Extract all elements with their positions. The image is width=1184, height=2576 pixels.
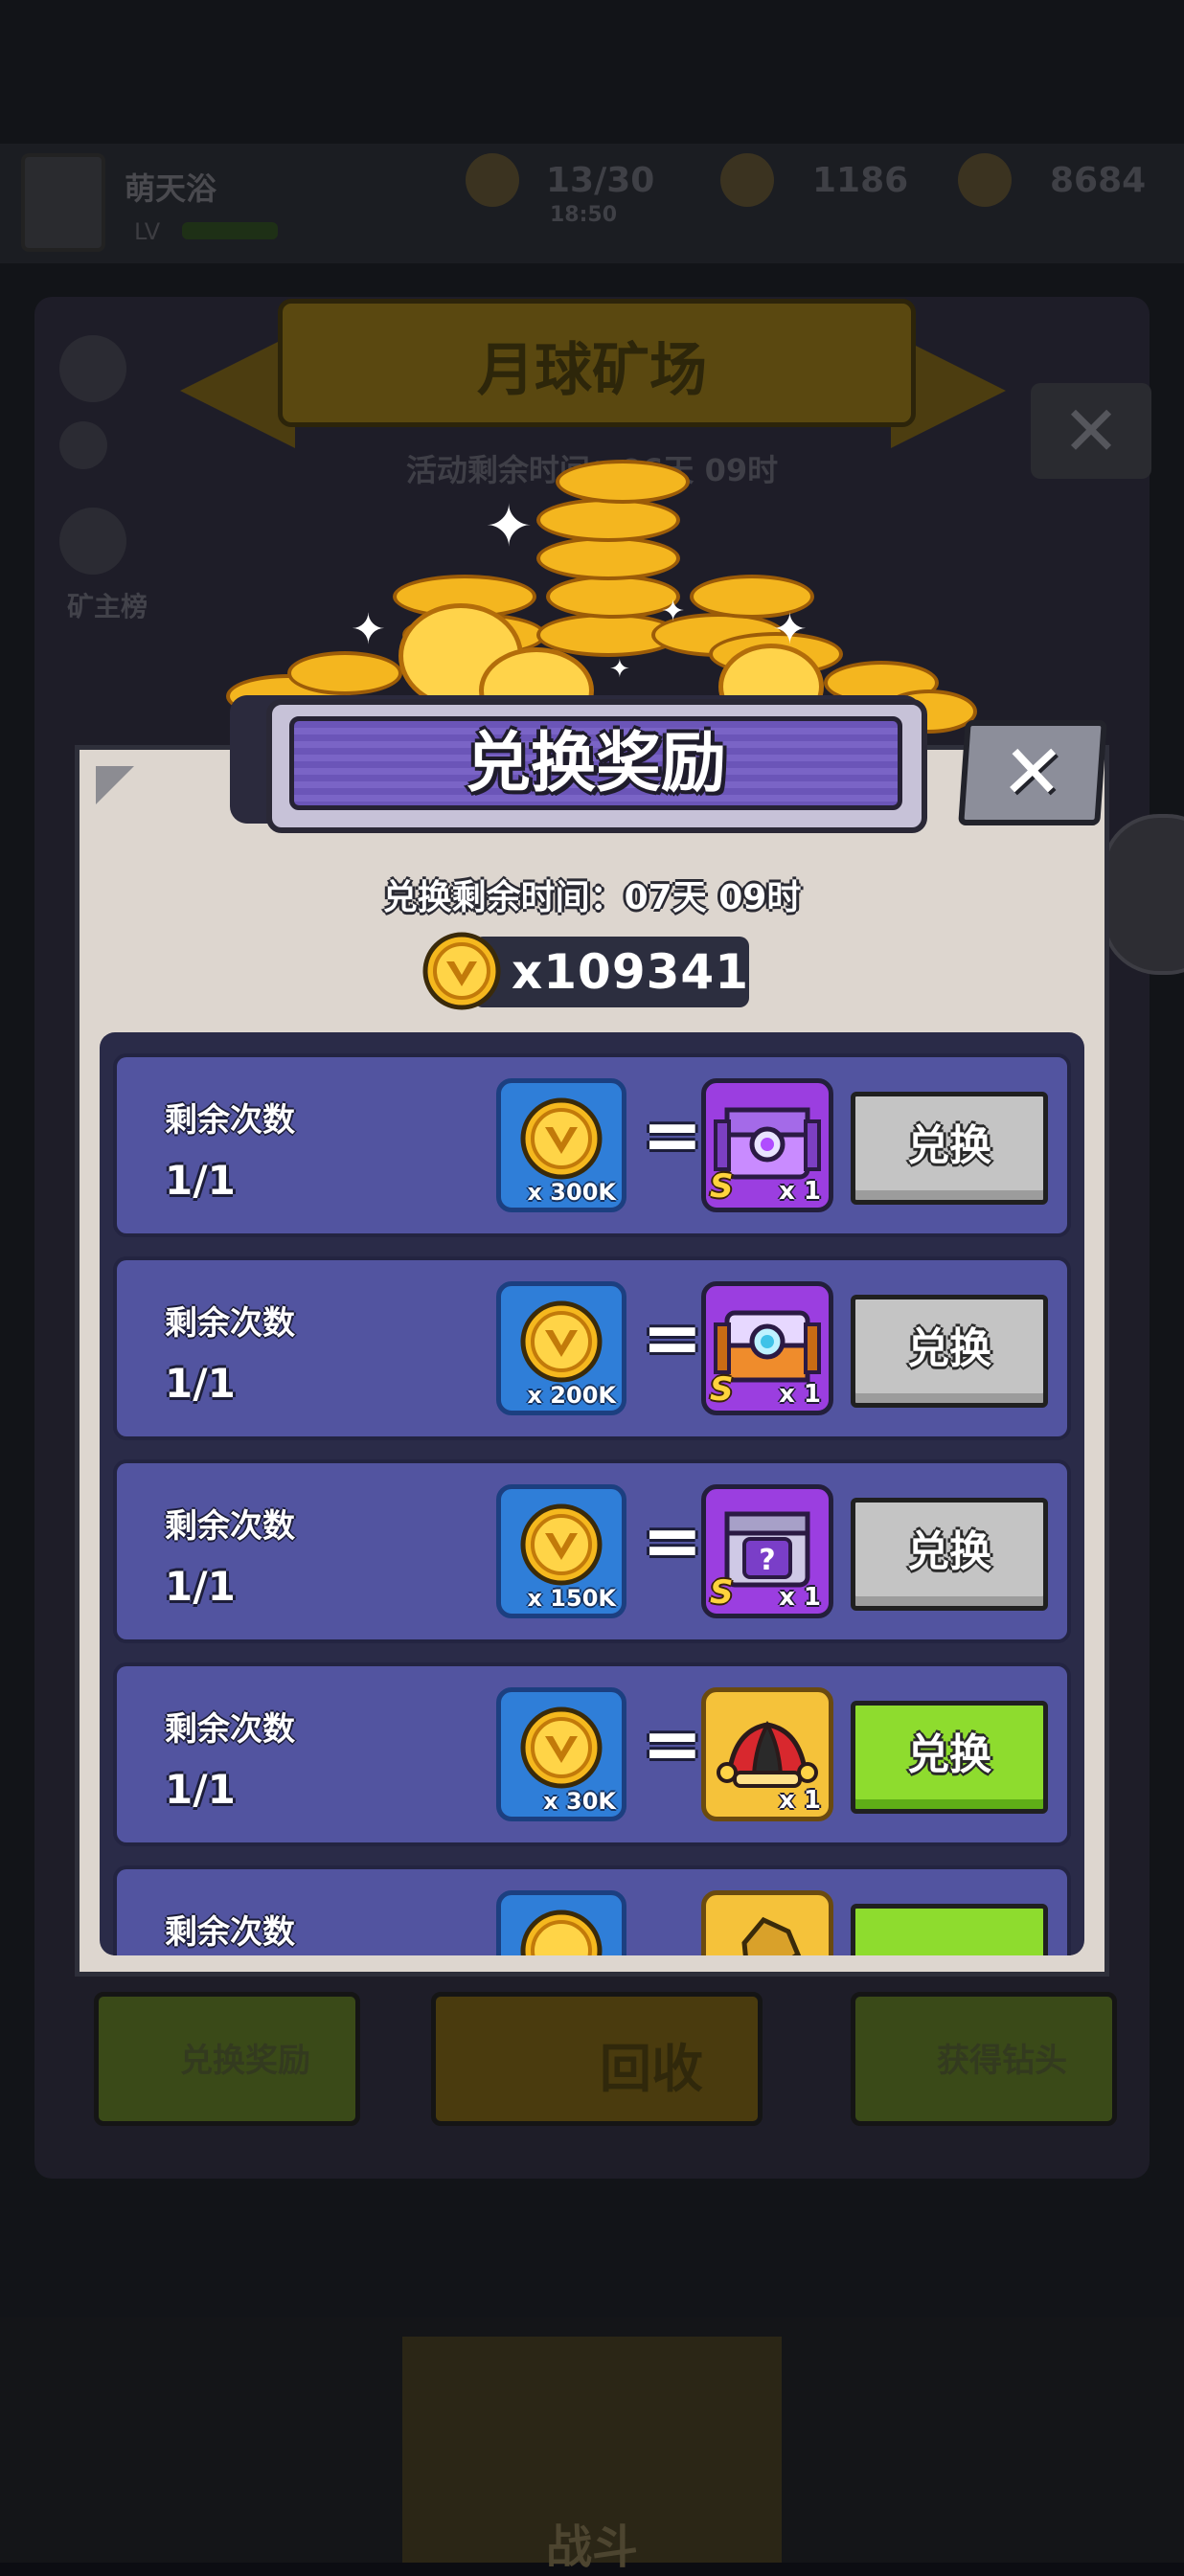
leaderboard-icon[interactable]	[59, 508, 126, 575]
cost-amount: x 200K	[527, 1382, 616, 1409]
reward-quantity: x 1	[779, 1177, 821, 1206]
side-float-button[interactable]	[1102, 814, 1184, 975]
get-drill-label: 获得钻头	[937, 2042, 1067, 2080]
cost-tile: x 300K	[496, 1078, 626, 1212]
cost-tile: x 200K	[496, 1281, 626, 1415]
exchange-rewards-label: 兑换奖励	[180, 2042, 310, 2080]
stamina-icon	[466, 153, 519, 207]
coin-disc	[536, 498, 680, 542]
remaining-label: 剩余次数	[165, 1710, 295, 1749]
reward-quantity: x 1	[779, 1583, 821, 1612]
currency-value: 1186	[812, 161, 909, 200]
reward-tile[interactable]: ? S x 1	[701, 1484, 833, 1618]
exchange-button[interactable]	[851, 1904, 1048, 1955]
player-name: 萌天浴	[125, 170, 217, 207]
sparkle-icon: ✦	[485, 493, 534, 560]
exchange-row: 剩余次数 1/1 x 30K = x 1 兑换	[113, 1662, 1071, 1846]
sparkle-icon: ✦	[609, 655, 630, 684]
exchange-timer: 兑换剩余时间：07天 09时	[382, 878, 802, 917]
reward-quantity: x 1	[779, 1786, 821, 1815]
cost-tile	[496, 1890, 626, 1955]
reward-tile[interactable]: S x 1	[701, 1281, 833, 1415]
leaderboard-label: 矿主榜	[67, 591, 148, 622]
gold-ore-icon	[741, 1916, 802, 1955]
sparkle-icon: ✦	[772, 605, 808, 654]
moon-coin-icon	[422, 932, 501, 1010]
coin-value: 8684	[1050, 161, 1147, 200]
reward-tile[interactable]	[701, 1890, 833, 1955]
stamina-timer: 18:50	[550, 203, 618, 227]
player-avatar	[21, 153, 105, 252]
player-level: LV	[134, 218, 161, 245]
exp-bar	[182, 222, 278, 239]
exchange-button[interactable]: 兑换	[851, 1295, 1048, 1408]
currency-icon	[720, 153, 774, 207]
coin-icon	[958, 153, 1012, 207]
remaining-count: 1/1	[165, 1360, 236, 1407]
remaining-label: 剩余次数	[165, 1101, 295, 1140]
exchange-button[interactable]: 兑换	[851, 1701, 1048, 1814]
cost-tile: x 30K	[496, 1687, 626, 1821]
cost-amount: x 30K	[543, 1788, 616, 1815]
menu-icon[interactable]	[59, 335, 126, 402]
stamina-value: 13/30	[546, 161, 655, 200]
remaining-count: 1/1	[165, 1157, 236, 1204]
reward-quantity: x 1	[779, 1380, 821, 1409]
info-icon[interactable]	[59, 421, 107, 469]
equals-sign: =	[642, 1498, 703, 1583]
close-icon: ✕	[998, 730, 1067, 816]
exchange-row: 剩余次数 1/1 x 200K = S x 1 兑换	[113, 1256, 1071, 1440]
rarity-badge: S	[710, 1167, 734, 1206]
coin-disc	[546, 575, 680, 619]
exchange-row: 剩余次数 1/1 x 300K = S x 1 兑换	[113, 1053, 1071, 1237]
remaining-label: 剩余次数	[165, 1913, 295, 1952]
reward-tile[interactable]: S x 1	[701, 1078, 833, 1212]
equals-sign: =	[642, 1701, 703, 1786]
event-close-button[interactable]: ✕	[1031, 383, 1151, 479]
rarity-badge: S	[710, 1370, 734, 1409]
remaining-label: 剩余次数	[165, 1304, 295, 1343]
svg-text:?: ?	[759, 1544, 775, 1577]
exchange-row: 剩余次数 1/1 x 150K = ? S x 1 兑换	[113, 1459, 1071, 1643]
remaining-label: 剩余次数	[165, 1507, 295, 1546]
coin-disc	[536, 536, 680, 580]
recycle-label: 回收	[600, 2039, 703, 2099]
nav-battle-label: 战斗	[545, 2520, 638, 2574]
equals-sign: =	[642, 1092, 703, 1177]
sparkle-icon: ✦	[351, 605, 386, 654]
remaining-count: 1/1	[165, 1766, 236, 1813]
coin-disc	[287, 651, 402, 695]
modal-corner-fold	[96, 766, 134, 804]
sparkle-icon: ✦	[661, 595, 686, 628]
cost-tile: x 150K	[496, 1484, 626, 1618]
modal-close-button[interactable]: ✕	[958, 720, 1107, 825]
exchange-row: 剩余次数	[113, 1865, 1071, 1955]
exchange-button[interactable]: 兑换	[851, 1498, 1048, 1611]
event-title: 月球矿场	[477, 337, 707, 404]
reward-tile[interactable]: x 1	[701, 1687, 833, 1821]
rarity-badge: S	[710, 1573, 734, 1612]
remaining-count: 1/1	[165, 1563, 236, 1610]
coin-disc	[556, 460, 690, 504]
cost-amount: x 150K	[527, 1585, 616, 1612]
exchange-list[interactable]: 剩余次数 1/1 x 300K = S x 1 兑换 剩余次数 1/1 x 20…	[100, 1032, 1084, 1955]
moon-coin-icon	[520, 1909, 603, 1955]
modal-title: 兑换奖励	[465, 726, 726, 802]
cost-amount: x 300K	[527, 1179, 616, 1206]
coin-balance: x109341	[512, 944, 749, 1000]
equals-sign: =	[642, 1295, 703, 1380]
exchange-button[interactable]: 兑换	[851, 1092, 1048, 1205]
recycle-button[interactable]	[431, 1992, 763, 2126]
